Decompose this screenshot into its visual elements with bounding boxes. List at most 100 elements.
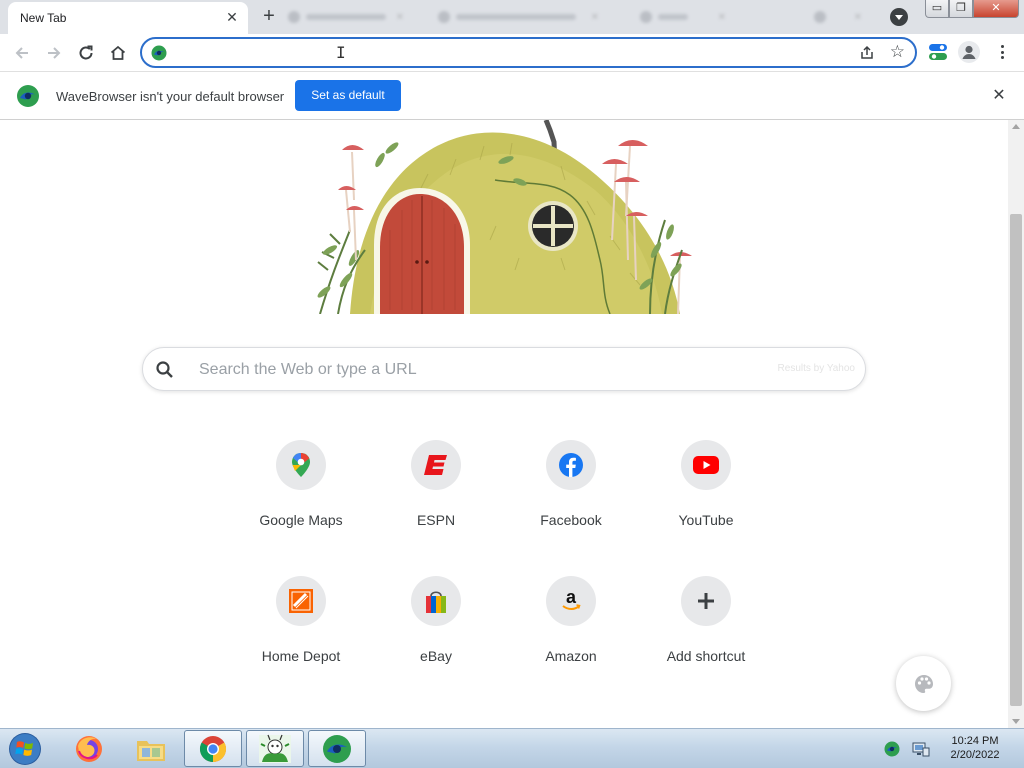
wavebrowser-logo-icon [17, 85, 39, 107]
new-tab-button[interactable]: + [258, 6, 280, 28]
shortcut-amazon[interactable]: a Amazon [503, 564, 639, 674]
taskbar-firefox[interactable] [60, 730, 118, 767]
shortcut-label: eBay [420, 648, 452, 664]
infobar-close-icon[interactable]: ✕ [990, 87, 1008, 105]
web-search-box[interactable]: Results by Yahoo [142, 347, 866, 391]
ebay-icon [426, 591, 446, 613]
person-icon [962, 45, 976, 59]
profile-avatar-icon[interactable] [958, 41, 980, 63]
shortcut-home-depot[interactable]: Home Depot [233, 564, 369, 674]
back-button[interactable] [10, 41, 34, 65]
google-maps-icon [292, 453, 310, 477]
maximize-button[interactable]: ❐ [949, 0, 973, 18]
arrow-left-icon [15, 47, 28, 59]
palette-icon [914, 674, 933, 693]
taskbar-file-explorer[interactable] [122, 730, 180, 767]
wavebrowser-tray-icon[interactable] [884, 741, 900, 757]
chrome-icon [199, 735, 227, 762]
infobar-message: WaveBrowser isn't your default browser [56, 89, 285, 104]
shortcut-label: YouTube [678, 512, 734, 528]
background-tab[interactable]: ✕ [282, 4, 412, 30]
shortcut-label: Google Maps [259, 512, 343, 528]
set-as-default-button[interactable]: Set as default [295, 80, 401, 111]
youtube-icon [693, 456, 719, 474]
kebab-menu-icon[interactable] [996, 42, 1008, 62]
shortcut-tile [276, 576, 326, 626]
shortcut-google-maps[interactable]: Google Maps [233, 428, 369, 538]
hill-house-illustration [317, 120, 692, 314]
cartoon-character-icon [259, 734, 291, 763]
taskbar-game-app[interactable] [246, 730, 304, 767]
shortcut-espn[interactable]: ESPN [368, 428, 504, 538]
page-scrollbar[interactable] [1008, 120, 1024, 728]
taskbar-wavebrowser[interactable] [308, 730, 366, 767]
facebook-icon [559, 453, 583, 477]
shortcut-tile: a [546, 576, 596, 626]
background-tab[interactable]: ✕ [432, 4, 607, 30]
scroll-down-arrow-icon[interactable] [1012, 719, 1020, 724]
home-depot-icon [289, 589, 313, 613]
plus-icon [698, 593, 714, 609]
tab-title: New Tab [20, 11, 67, 25]
shortcut-add[interactable]: Add shortcut [638, 564, 774, 674]
arrow-right-icon [48, 47, 61, 59]
espn-icon [424, 455, 447, 475]
shortcut-label: Add shortcut [666, 648, 746, 664]
background-tabs: ✕ ✕ ✕ ✕ [282, 4, 882, 30]
home-button[interactable] [106, 41, 130, 65]
wavebrowser-logo-icon [323, 734, 351, 763]
tab-close-icon[interactable]: ✕ [224, 9, 240, 25]
reload-icon [79, 45, 93, 60]
wavebrowser-logo-icon [151, 45, 167, 61]
forward-button[interactable] [42, 41, 66, 65]
home-icon [110, 45, 126, 60]
scroll-up-arrow-icon[interactable] [1012, 124, 1020, 129]
shortcut-tile [681, 440, 731, 490]
svg-text:a: a [566, 588, 577, 607]
shortcut-tile [411, 576, 461, 626]
scroll-thumb[interactable] [1010, 214, 1022, 706]
text-cursor: I [336, 43, 346, 62]
windows-start-icon [9, 733, 41, 765]
shortcut-tile [411, 440, 461, 490]
shortcut-facebook[interactable]: Facebook [503, 428, 639, 538]
tab-search-icon[interactable] [890, 8, 908, 26]
shortcut-label: ESPN [416, 512, 456, 528]
window-controls: ▭ ❐ ✕ [925, 0, 1020, 20]
background-tab[interactable]: ✕ [810, 4, 870, 30]
network-icon[interactable] [912, 740, 930, 758]
search-input[interactable] [199, 358, 759, 382]
customize-page-button[interactable] [896, 656, 951, 711]
reload-button[interactable] [74, 41, 98, 65]
shortcut-ebay[interactable]: eBay [368, 564, 504, 674]
shortcut-youtube[interactable]: YouTube [638, 428, 774, 538]
shortcut-label: Amazon [545, 648, 597, 664]
minimize-button[interactable]: ▭ [925, 0, 949, 18]
firefox-icon [76, 735, 102, 762]
search-icon [156, 361, 173, 378]
browser-toolbar: I ☆ [0, 34, 1024, 71]
extension-icon[interactable] [928, 42, 948, 62]
taskbar-chrome[interactable] [184, 730, 242, 767]
shortcut-grid: Google Maps ESPN Facebook YouTube Home D… [233, 428, 773, 688]
folder-icon [137, 740, 165, 761]
background-tab[interactable]: ✕ [634, 4, 734, 30]
shortcut-tile [681, 576, 731, 626]
new-tab-page: Results by Yahoo Google Maps [0, 120, 1008, 728]
shortcut-tile [546, 440, 596, 490]
default-browser-infobar: WaveBrowser isn't your default browser S… [0, 71, 1024, 120]
address-bar[interactable]: I ☆ [140, 37, 917, 68]
share-icon[interactable] [859, 45, 875, 61]
amazon-icon: a [562, 588, 581, 610]
close-window-button[interactable]: ✕ [973, 0, 1019, 18]
start-button[interactable] [2, 730, 48, 768]
clock-time: 10:24 PM [951, 735, 999, 747]
tab-strip: New Tab ✕ + ✕ ✕ ✕ ✕ ▭ ❐ ✕ [0, 0, 1024, 34]
clock-date: 2/20/2022 [950, 749, 1000, 761]
shortcut-label: Home Depot [261, 648, 341, 664]
system-clock[interactable]: 10:24 PM 2/20/2022 [940, 734, 1010, 762]
shortcut-tile [276, 440, 326, 490]
tab-new-tab[interactable]: New Tab ✕ [8, 2, 248, 34]
search-provider-note: Results by Yahoo [777, 363, 855, 374]
bookmark-star-icon[interactable]: ☆ [890, 43, 905, 61]
